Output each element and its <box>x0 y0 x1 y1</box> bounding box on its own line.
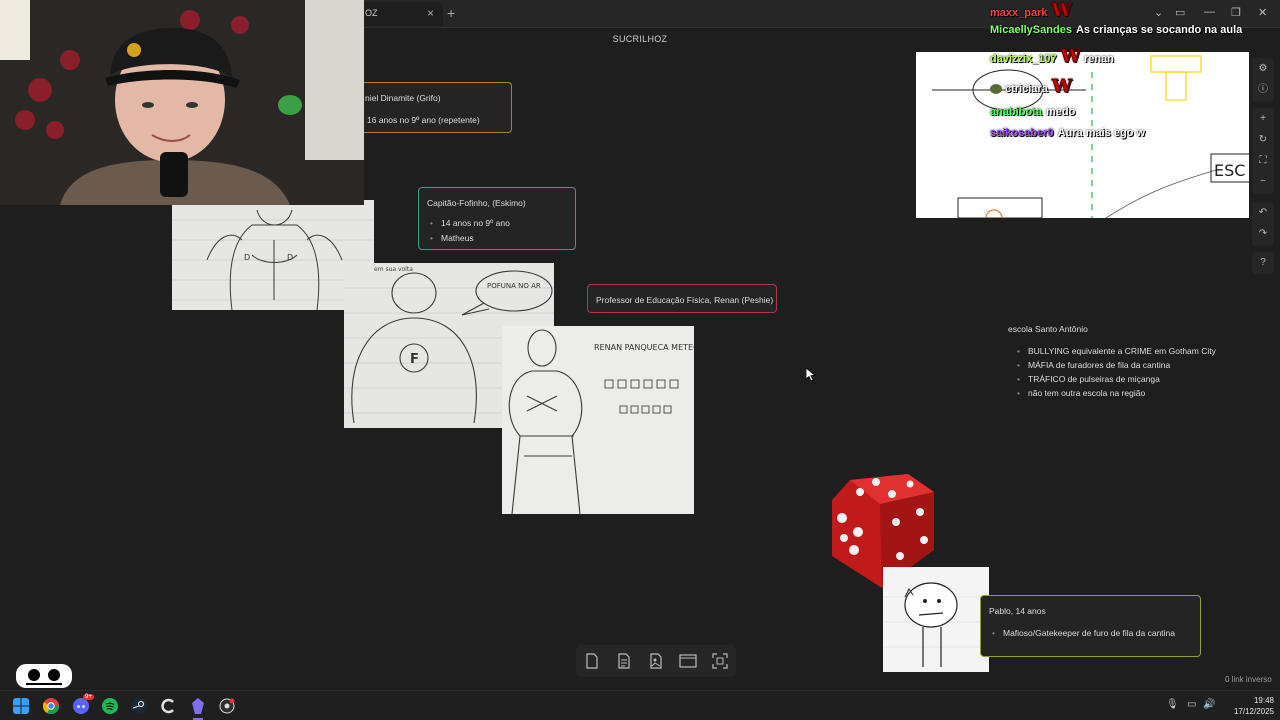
tab-active[interactable]: OZ × <box>355 2 443 26</box>
reset-zoom-icon[interactable]: ↻ <box>1252 130 1274 150</box>
card-title: Capitão-Fofinho, (Eskimo) <box>427 198 526 208</box>
note-title: escola Santo Antônio <box>1008 324 1088 334</box>
tab-title: OZ <box>365 8 378 18</box>
note-item: MÁFIA de furadores de fila da cantina <box>1014 358 1228 372</box>
mouse-cursor-icon <box>806 368 816 382</box>
card-professor[interactable]: Professor de Educação Física, Renan (Pes… <box>587 284 777 313</box>
note-item: não tem outra escola na região <box>1014 386 1228 400</box>
note-escola[interactable]: escola Santo Antônio BULLYING equivalent… <box>1008 324 1228 400</box>
clock-date: 17/12/2025 <box>1233 707 1274 716</box>
windows-start-icon[interactable] <box>13 698 29 714</box>
webcam-overlay <box>0 0 364 205</box>
redo-icon[interactable]: ↷ <box>1252 224 1274 244</box>
help-circle-icon[interactable]: ⓘ <box>1252 80 1274 100</box>
select-frame-icon[interactable] <box>710 651 730 671</box>
undo-icon[interactable]: ↶ <box>1252 203 1274 223</box>
discord-icon[interactable] <box>73 698 89 714</box>
steam-icon[interactable] <box>131 698 147 714</box>
media-file-icon[interactable] <box>646 651 666 671</box>
chat-text: medo <box>1045 106 1076 118</box>
new-card-icon[interactable] <box>582 651 602 671</box>
card-title: Pablo, 14 anos <box>989 606 1046 616</box>
badge-icon <box>990 84 1002 95</box>
zoom-out-icon[interactable]: − <box>1252 172 1274 192</box>
sketch-title: RENAN PANQUECA METEORO-MAN <box>594 343 694 352</box>
fit-screen-icon[interactable]: ⛶ <box>1252 151 1274 171</box>
whiteboard-text: ESC <box>1214 161 1245 180</box>
obs-icon[interactable] <box>219 698 235 714</box>
spotify-icon[interactable] <box>102 698 118 714</box>
network-icon[interactable]: ▭ <box>1187 699 1196 710</box>
new-tab-icon[interactable]: + <box>447 5 455 21</box>
history-toolbar: ↶ ↷ <box>1252 202 1274 246</box>
help-toolbar: ? <box>1252 252 1274 274</box>
group-icon[interactable] <box>678 651 698 671</box>
note-item: BULLYING equivalente a CRIME em Gotham C… <box>1014 344 1228 358</box>
system-clock[interactable]: 19:48 17/12/2025 <box>1218 695 1274 717</box>
svg-text:D: D <box>287 253 293 262</box>
card-pablo[interactable]: Pablo, 14 anos Mafioso/Gatekeeper de fur… <box>980 595 1201 657</box>
svg-text:D: D <box>244 253 250 262</box>
minimize-icon[interactable]: — <box>1204 6 1215 18</box>
chat-username: anabibota <box>990 106 1042 118</box>
chat-username: saikosaber0 <box>990 127 1054 139</box>
card-item: Mafioso/Gatekeeper de furo de fila da ca… <box>989 626 1175 641</box>
card-item: Matheus <box>427 231 510 246</box>
sketch-image-renan[interactable]: RENAN PANQUECA METEORO-MAN <box>502 326 694 514</box>
chat-emote: W <box>1051 0 1072 22</box>
chat-text: Aura mais ego w <box>1057 127 1146 139</box>
chat-message: ctriciara W <box>990 76 1073 98</box>
chat-message: davizzix_107 W renan <box>990 46 1114 68</box>
chevron-down-icon[interactable]: ⌄ <box>1154 6 1163 19</box>
card-title: niel Dinamite (Grifo) <box>365 93 441 103</box>
card-title: Professor de Educação Física, Renan (Pes… <box>596 295 774 305</box>
canvas-bottom-toolbar <box>576 645 736 677</box>
app-c-icon[interactable] <box>160 698 176 714</box>
chrome-icon[interactable] <box>43 698 59 714</box>
chat-message: saikosaber0 Aura mais ego w <box>990 127 1145 139</box>
sketch-caption: em sua volta <box>374 266 413 273</box>
obsidian-icon[interactable] <box>190 698 206 714</box>
card-daniel[interactable]: niel Dinamite (Grifo) 16 anos no 9º ano … <box>356 82 512 133</box>
canvas-settings-toolbar: ⚙ ⓘ <box>1252 58 1274 102</box>
volume-icon[interactable]: 🔊 <box>1203 699 1215 710</box>
chat-message: anabibota medo <box>990 106 1075 118</box>
zoom-toolbar: + ↻ ⛶ − <box>1252 108 1274 194</box>
clock-time: 19:48 <box>1253 696 1274 705</box>
shirt-letter: F <box>410 352 419 367</box>
chat-username: maxx_park <box>990 7 1048 19</box>
zoom-in-icon[interactable]: + <box>1252 109 1274 129</box>
chat-emote: W <box>1051 76 1073 98</box>
question-icon[interactable]: ? <box>1252 253 1274 273</box>
backlinks-status[interactable]: 0 link inverso <box>1225 675 1272 684</box>
taskbar: 9+ 🎙 ▭ 🔊 19:48 17/12/2025 <box>0 690 1280 720</box>
stream-logo-icon <box>16 664 72 688</box>
sidebar-toggle-icon[interactable]: ▭ <box>1175 6 1185 19</box>
notification-badge: 9+ <box>83 694 94 700</box>
app-window: OZ × + ⌄ ▭ — ❐ ✕ SUCRILHOZ niel Dinamite… <box>0 0 1280 720</box>
chat-username: MicaellySandes <box>990 24 1072 36</box>
chat-message: maxx_park W <box>990 0 1072 22</box>
card-item: 14 anos no 9º ano <box>427 216 510 231</box>
chat-emote: W <box>1060 46 1081 68</box>
close-window-icon[interactable]: ✕ <box>1258 6 1267 19</box>
gear-icon[interactable]: ⚙ <box>1252 59 1274 79</box>
chat-username: ctriciara <box>1005 83 1048 95</box>
sketch-image-pablo[interactable] <box>883 567 989 672</box>
tab-close-icon[interactable]: × <box>427 6 434 20</box>
speech-bubble-text: POFUNA NO AR <box>487 282 541 290</box>
chat-message: MicaellySandes As crianças se socando na … <box>990 24 1242 36</box>
card-item: 16 anos no 9º ano (repetente) <box>367 115 480 125</box>
restore-icon[interactable]: ❐ <box>1231 6 1241 19</box>
chat-text: renan <box>1083 53 1114 65</box>
card-capitao-fofinho[interactable]: Capitão-Fofinho, (Eskimo) 14 anos no 9º … <box>418 187 576 250</box>
chat-username: davizzix_107 <box>990 53 1057 65</box>
note-item: TRÁFICO de pulseiras de miçanga <box>1014 372 1228 386</box>
note-file-icon[interactable] <box>614 651 634 671</box>
microphone-icon[interactable]: 🎙 <box>1166 699 1179 710</box>
chat-text: As crianças se socando na aula <box>1075 24 1243 36</box>
